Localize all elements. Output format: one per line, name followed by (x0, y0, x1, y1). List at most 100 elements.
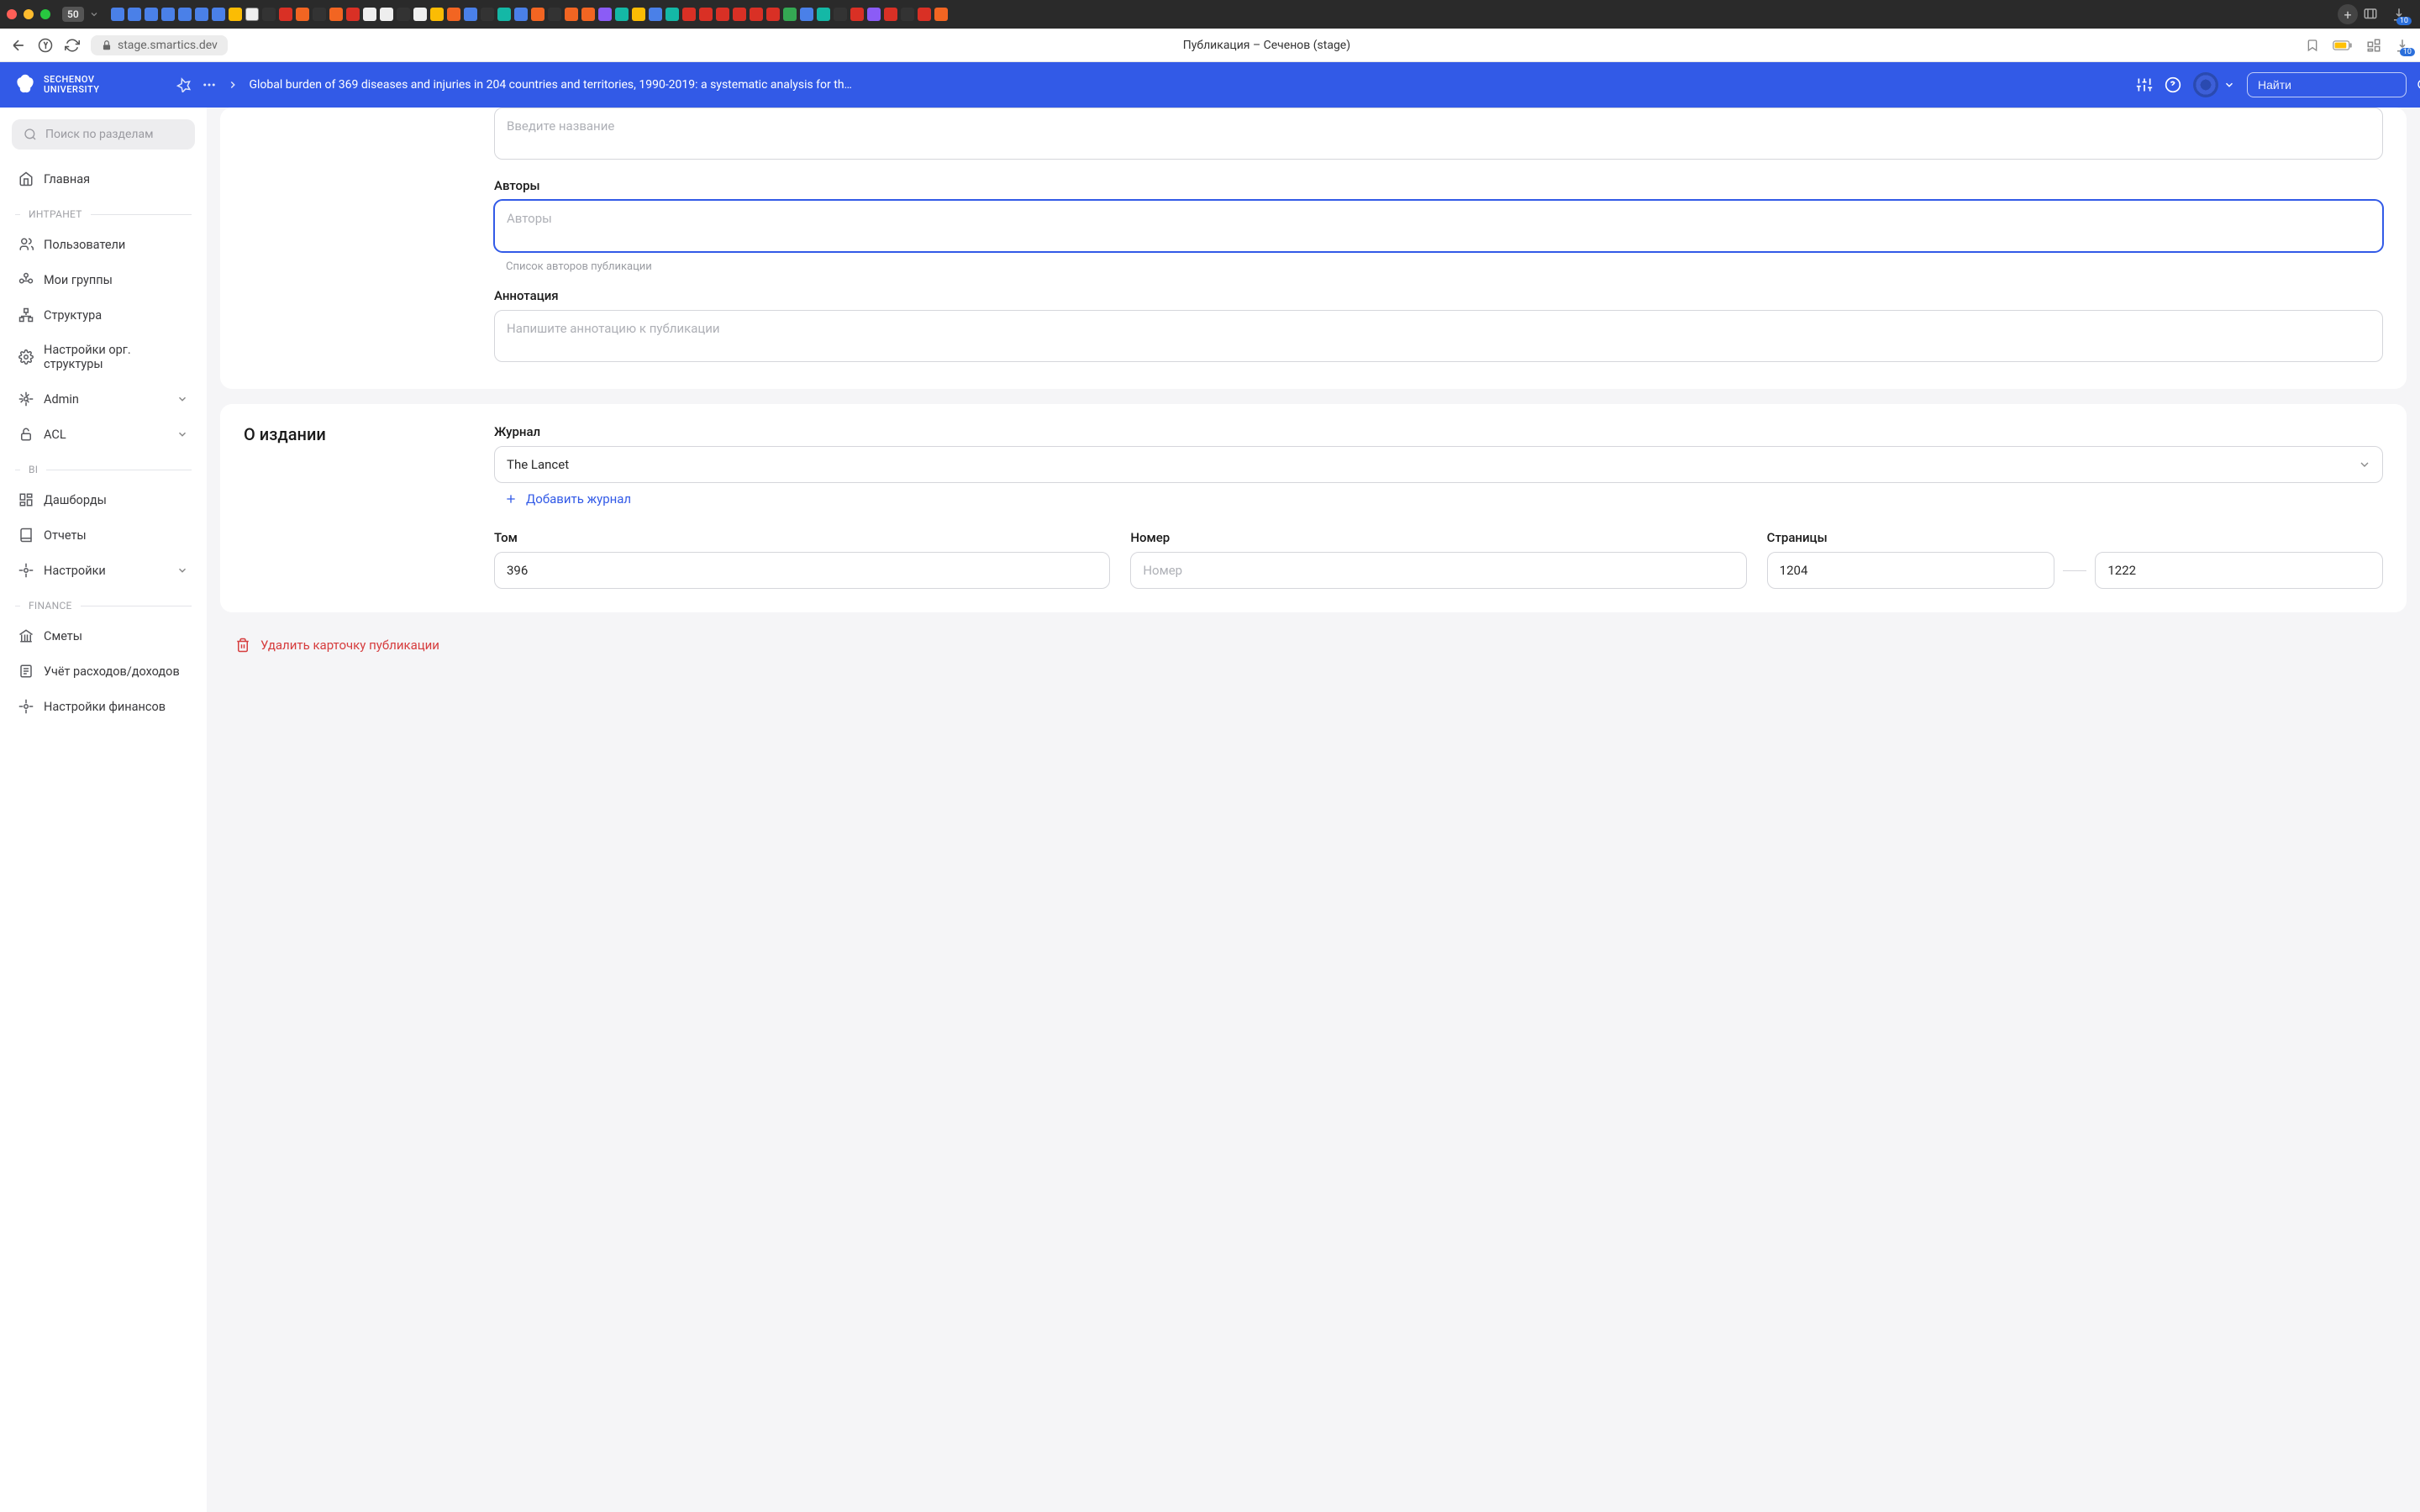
tab-favicon[interactable] (783, 8, 797, 21)
minimize-window-button[interactable] (24, 9, 34, 19)
pages-to-input[interactable] (2095, 552, 2383, 589)
sidebar-item-home[interactable]: Главная (12, 163, 195, 195)
sidebar-item-settings[interactable]: Настройки (12, 554, 195, 586)
tab-favicon[interactable] (229, 8, 242, 21)
sidebar-item-users[interactable]: Пользователи (12, 228, 195, 260)
back-button[interactable] (10, 37, 27, 54)
tab-favicon[interactable] (514, 8, 528, 21)
app-logo[interactable]: Sechenov University (13, 73, 99, 97)
more-icon[interactable] (202, 77, 217, 92)
add-journal-button[interactable]: Добавить журнал (494, 483, 641, 515)
tab-favicon[interactable] (548, 8, 561, 21)
sidebar-item-label: Настройки (44, 564, 106, 578)
tab-favicon[interactable] (212, 8, 225, 21)
tab-favicon[interactable] (397, 8, 410, 21)
header-search[interactable] (2247, 72, 2407, 97)
delete-publication-button[interactable]: Удалить карточку публикации (220, 627, 455, 663)
url-field[interactable]: stage.smartics.dev (91, 35, 228, 55)
tab-favicon[interactable] (128, 8, 141, 21)
journal-select[interactable]: The Lancet (494, 446, 2383, 483)
tab-favicon[interactable] (666, 8, 679, 21)
sidebar-item-accounting[interactable]: Учёт расходов/доходов (12, 655, 195, 687)
issue-input[interactable] (1130, 552, 1746, 589)
tab-favicon[interactable] (581, 8, 595, 21)
pages-from-input[interactable] (1767, 552, 2055, 589)
tab-count-badge[interactable]: 50 (62, 7, 84, 22)
search-input[interactable] (2258, 78, 2410, 92)
sidebar-item-reports[interactable]: Отчеты (12, 519, 195, 551)
tab-favicon[interactable] (279, 8, 292, 21)
downloads-icon[interactable]: 10 (2391, 7, 2407, 22)
tab-favicon[interactable] (161, 8, 175, 21)
tab-favicon[interactable] (111, 8, 124, 21)
sidebar-item-groups[interactable]: Мои группы (12, 264, 195, 296)
tab-favicon[interactable] (245, 8, 259, 21)
breadcrumb-title[interactable]: Global burden of 369 diseases and injuri… (249, 78, 2126, 92)
tab-favicon[interactable] (766, 8, 780, 21)
tab-favicon[interactable] (329, 8, 343, 21)
tab-favicon[interactable] (615, 8, 629, 21)
tab-favicon[interactable] (901, 8, 914, 21)
tab-favicon[interactable] (750, 8, 763, 21)
tab-favicon[interactable] (380, 8, 393, 21)
reload-button[interactable] (64, 37, 81, 54)
sidebar-search[interactable]: Поиск по разделам (12, 119, 195, 150)
tab-favicon[interactable] (464, 8, 477, 21)
tab-favicon[interactable] (363, 8, 376, 21)
sidebar-item-dashboards[interactable]: Дашборды (12, 484, 195, 516)
title-input[interactable] (494, 108, 2383, 160)
tab-favicon[interactable] (800, 8, 813, 21)
downloads-button[interactable]: 10 (2395, 38, 2410, 53)
yandex-icon[interactable] (37, 37, 54, 54)
tab-favicon[interactable] (934, 8, 948, 21)
tab-favicon[interactable] (145, 8, 158, 21)
close-window-button[interactable] (7, 9, 17, 19)
sidebar-item-org-settings[interactable]: Настройки орг. структуры (12, 334, 195, 380)
chevron-down-icon[interactable] (89, 9, 99, 19)
sidebar-item-estimates[interactable]: Сметы (12, 620, 195, 652)
tab-favicon[interactable] (716, 8, 729, 21)
extensions-icon[interactable] (2366, 38, 2381, 53)
bookmark-icon[interactable] (2306, 39, 2319, 52)
tab-favicon[interactable] (430, 8, 444, 21)
tab-favicon[interactable] (850, 8, 864, 21)
sidebar-item-fin-settings[interactable]: Настройки финансов (12, 690, 195, 722)
maximize-window-button[interactable] (40, 9, 50, 19)
tab-favicon[interactable] (531, 8, 544, 21)
tab-favicon[interactable] (262, 8, 276, 21)
tab-favicon[interactable] (413, 8, 427, 21)
tab-favicon[interactable] (733, 8, 746, 21)
pin-icon[interactable] (176, 77, 192, 92)
bookmarks-icon[interactable] (2363, 7, 2378, 22)
tab-favicon[interactable] (918, 8, 931, 21)
tab-favicon[interactable] (346, 8, 360, 21)
tab-favicon[interactable] (682, 8, 696, 21)
tab-favicon[interactable] (447, 8, 460, 21)
tab-favicon[interactable] (178, 8, 192, 21)
tab-favicon[interactable] (699, 8, 713, 21)
tab-favicon[interactable] (565, 8, 578, 21)
help-icon[interactable] (2165, 76, 2181, 93)
tab-favicon[interactable] (817, 8, 830, 21)
tab-favicon[interactable] (481, 8, 494, 21)
new-tab-button[interactable]: + (2338, 4, 2358, 24)
chevron-right-icon[interactable] (227, 79, 239, 91)
tab-favicon[interactable] (867, 8, 881, 21)
sidebar-item-admin[interactable]: Admin (12, 383, 195, 415)
tab-favicon[interactable] (313, 8, 326, 21)
volume-input[interactable] (494, 552, 1110, 589)
tab-favicon[interactable] (884, 8, 897, 21)
sidebar-item-acl[interactable]: ACL (12, 418, 195, 450)
settings-icon[interactable] (2136, 76, 2153, 93)
tab-favicon[interactable] (296, 8, 309, 21)
annotation-input[interactable] (494, 310, 2383, 362)
tab-favicon[interactable] (632, 8, 645, 21)
tab-favicon[interactable] (598, 8, 612, 21)
tab-favicon[interactable] (497, 8, 511, 21)
authors-input[interactable] (494, 200, 2383, 252)
tab-favicon[interactable] (649, 8, 662, 21)
user-menu[interactable] (2193, 72, 2235, 97)
sidebar-item-structure[interactable]: Структура (12, 299, 195, 331)
tab-favicon[interactable] (195, 8, 208, 21)
tab-favicon[interactable] (834, 8, 847, 21)
